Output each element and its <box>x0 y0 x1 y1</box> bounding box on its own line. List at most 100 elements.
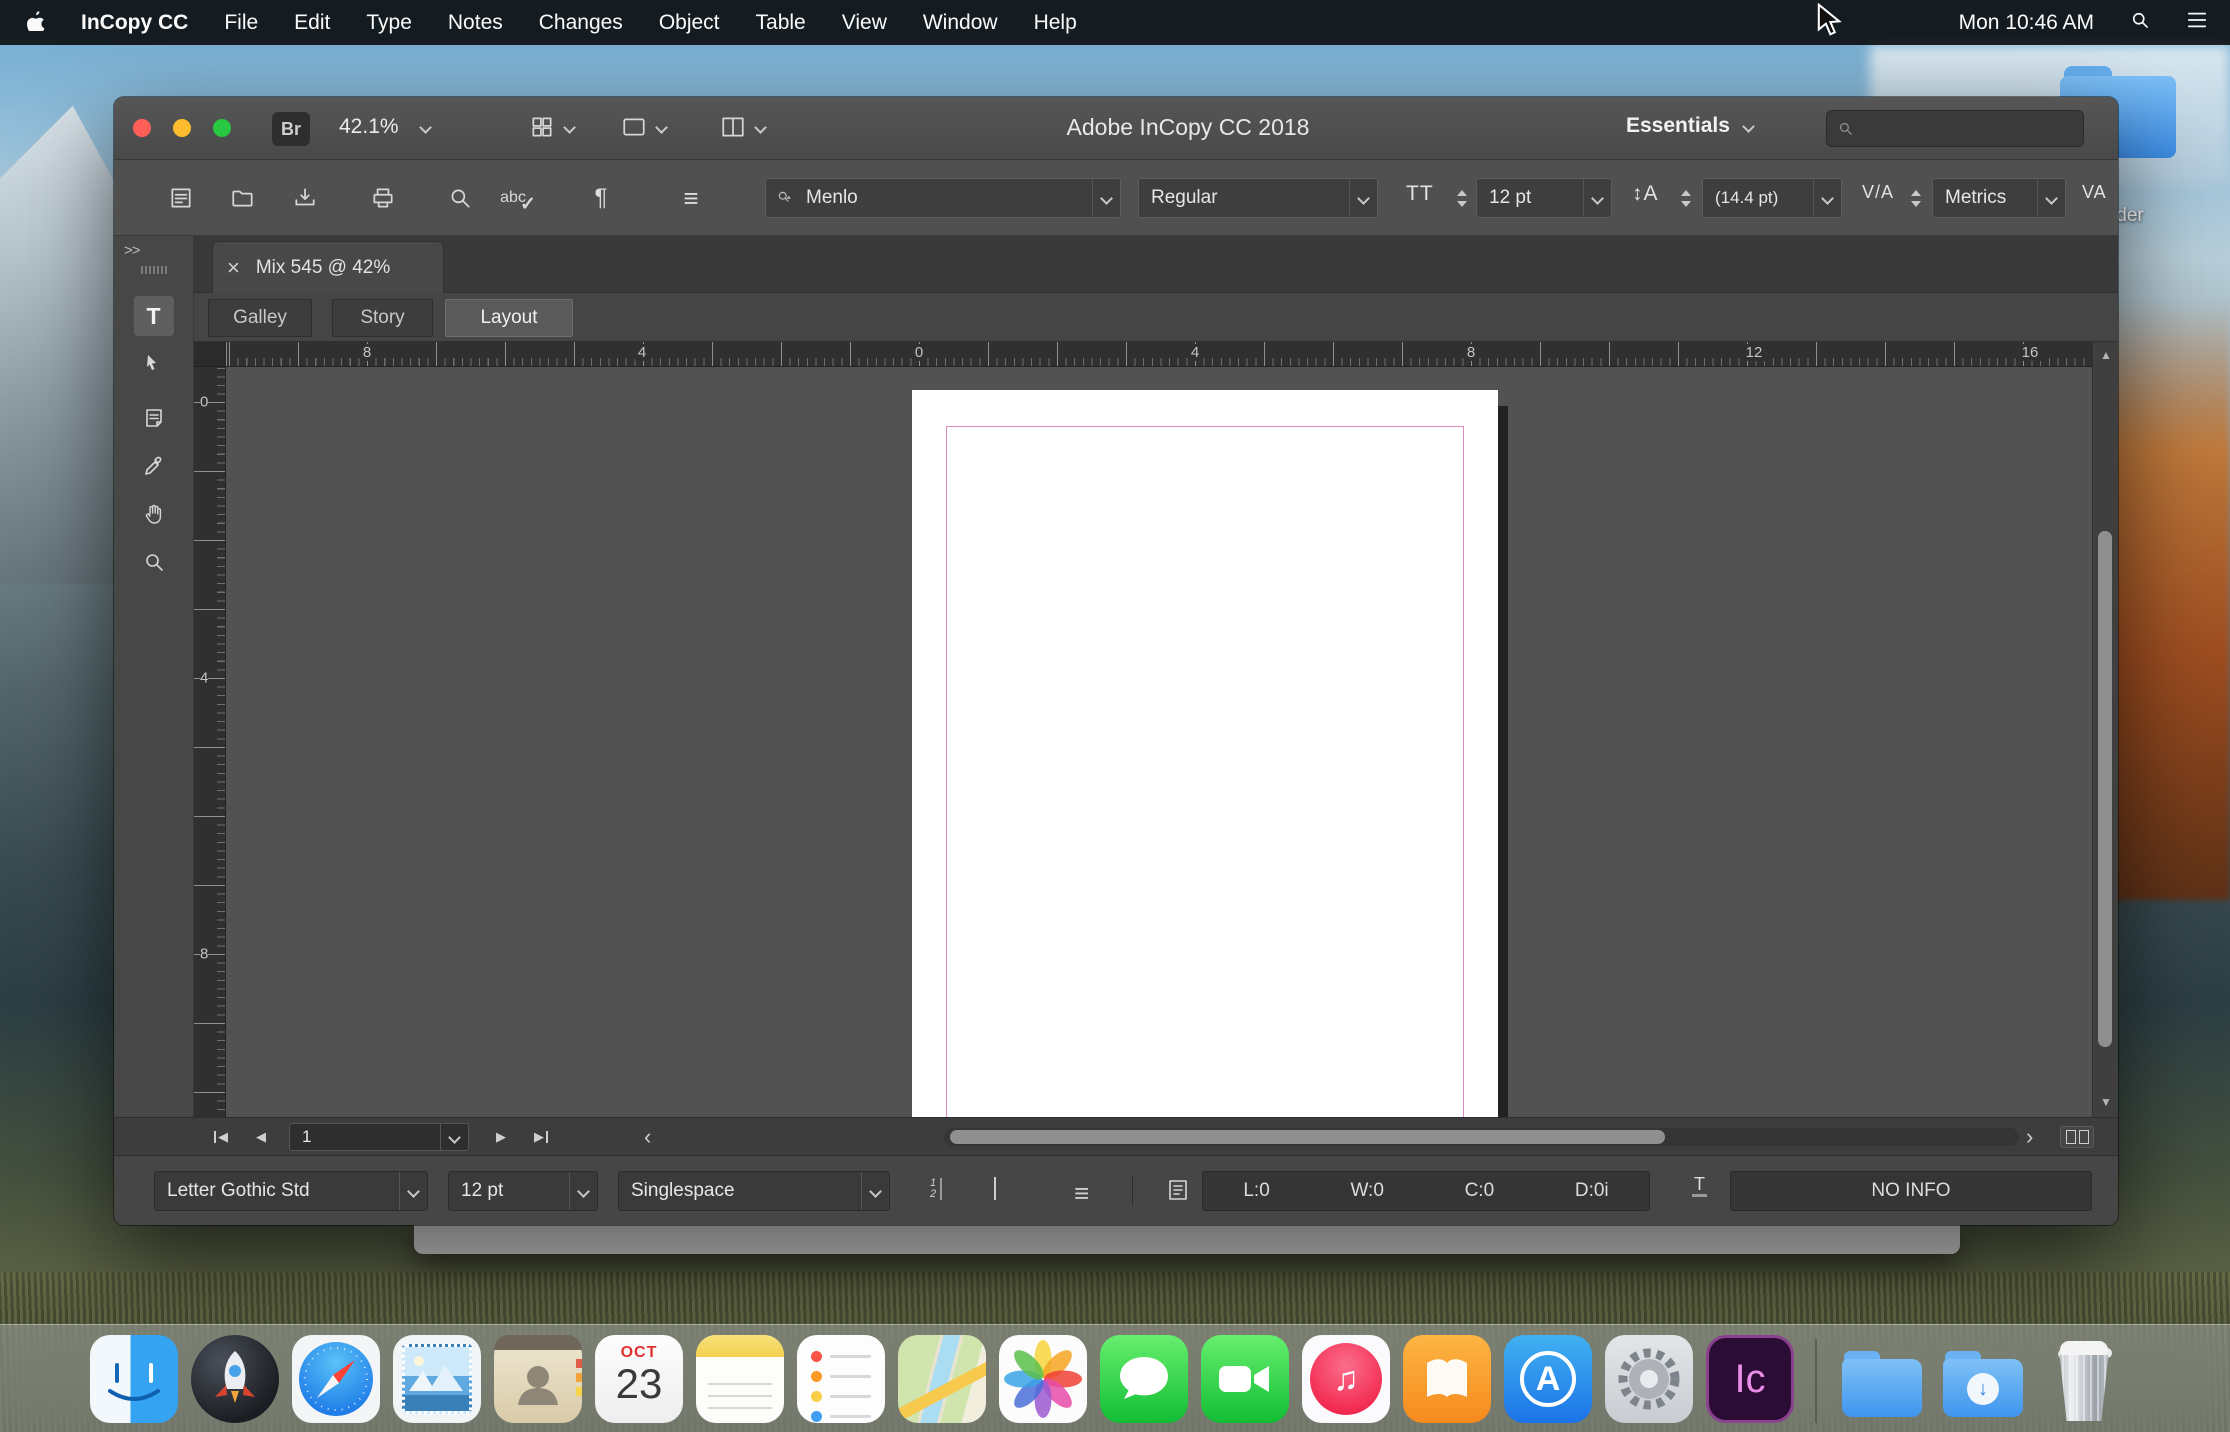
font-size-dropdown[interactable]: 12 pt <box>1476 178 1612 218</box>
arrange-documents-dropdown[interactable] <box>720 114 765 140</box>
leading-chevron[interactable] <box>1813 179 1841 217</box>
scroll-down-icon[interactable]: ▼ <box>2093 1095 2118 1109</box>
dock-contacts-icon[interactable] <box>494 1335 582 1423</box>
font-size-chevron[interactable] <box>1583 179 1611 217</box>
spellcheck-icon[interactable]: abc✓ <box>499 183 543 213</box>
previous-page-button[interactable]: ◀ <box>256 1118 266 1156</box>
dock-facetime-icon[interactable] <box>1201 1335 1289 1423</box>
text-frame-icon[interactable] <box>166 183 196 213</box>
dock-photos-icon[interactable] <box>999 1335 1087 1423</box>
horizontal-scroll-thumb[interactable] <box>950 1130 1665 1144</box>
dock-folder-icon[interactable] <box>1838 1335 1926 1423</box>
dock-finder-icon[interactable] <box>90 1335 178 1423</box>
dock-launchpad-icon[interactable] <box>191 1335 279 1423</box>
menu-changes[interactable]: Changes <box>539 11 623 35</box>
menubar-clock[interactable]: Mon 10:46 AM <box>1959 11 2094 35</box>
position-tool[interactable] <box>134 344 174 384</box>
view-options-dropdown[interactable] <box>529 114 574 140</box>
hand-tool[interactable] <box>134 494 174 534</box>
first-page-button[interactable]: ◀ <box>214 1118 228 1156</box>
text-depth-icon[interactable]: T <box>1692 1174 1707 1197</box>
menu-edit[interactable]: Edit <box>294 11 330 35</box>
scroll-right-icon[interactable]: › <box>2026 1118 2033 1156</box>
scroll-up-icon[interactable]: ▲ <box>2093 348 2118 362</box>
font-style-dropdown[interactable]: Regular <box>1138 178 1378 218</box>
dock-downloads-icon[interactable]: ↓ <box>1939 1335 2027 1423</box>
document-page[interactable] <box>912 390 1498 1117</box>
panel-menu-icon[interactable]: ≡ <box>676 183 706 213</box>
layout-canvas[interactable] <box>226 367 2092 1117</box>
type-tool[interactable]: T <box>134 296 174 336</box>
find-icon[interactable] <box>445 183 475 213</box>
dock-appstore-icon[interactable]: A <box>1504 1335 1592 1423</box>
zoom-level-dropdown[interactable]: 42.1% <box>339 115 430 139</box>
grid-view-icon[interactable] <box>994 1178 996 1200</box>
font-style-chevron[interactable] <box>1349 179 1377 217</box>
tab-story[interactable]: Story <box>332 299 433 337</box>
menu-object[interactable]: Object <box>659 11 720 35</box>
close-document-icon[interactable]: × <box>227 257 240 279</box>
dock-calendar-icon[interactable]: OCT 23 <box>595 1335 683 1423</box>
horizontal-scrollbar[interactable] <box>944 1128 2019 1146</box>
dock-maps-icon[interactable] <box>898 1335 986 1423</box>
tab-layout[interactable]: Layout <box>445 299 573 337</box>
split-view-button[interactable] <box>2060 1126 2094 1148</box>
menu-view[interactable]: View <box>842 11 887 35</box>
zoom-tool[interactable] <box>134 542 174 582</box>
menu-notes[interactable]: Notes <box>448 11 503 35</box>
window-titlebar[interactable]: Br 42.1% Adobe InCopy CC 2018 Essentials <box>114 97 2118 160</box>
last-page-button[interactable]: ▶ <box>534 1118 548 1156</box>
menu-help[interactable]: Help <box>1034 11 1077 35</box>
font-family-chevron[interactable] <box>1092 179 1120 217</box>
font-size-stepper[interactable] <box>1452 178 1472 218</box>
status-size-chevron[interactable] <box>569 1172 597 1210</box>
dock-incopy-icon[interactable]: Ic <box>1706 1335 1794 1423</box>
position-panel-icon[interactable] <box>1166 1178 1190 1208</box>
dock-trash-icon[interactable] <box>2040 1335 2128 1423</box>
status-size-dropdown[interactable]: 12 pt <box>448 1171 598 1211</box>
dock-itunes-icon[interactable]: ♫ <box>1302 1335 1390 1423</box>
page-number-field[interactable]: 1 <box>289 1123 469 1151</box>
menu-file[interactable]: File <box>224 11 258 35</box>
bridge-button[interactable]: Br <box>272 112 310 146</box>
note-tool[interactable] <box>134 398 174 438</box>
line-numbers-icon[interactable]: 12 <box>930 1178 942 1200</box>
close-window-button[interactable] <box>133 119 151 137</box>
search-input[interactable] <box>1862 117 2062 140</box>
status-spacing-chevron[interactable] <box>861 1172 889 1210</box>
dock-mail-icon[interactable] <box>393 1335 481 1423</box>
minimize-window-button[interactable] <box>173 119 191 137</box>
font-family-dropdown[interactable]: Menlo <box>765 178 1121 218</box>
page-number-chevron[interactable] <box>440 1124 468 1150</box>
tools-grip-icon[interactable] <box>141 266 167 274</box>
spotlight-icon[interactable] <box>2130 10 2150 36</box>
eyedropper-tool[interactable] <box>134 446 174 486</box>
leading-stepper[interactable] <box>1676 178 1696 218</box>
ruler-origin-box[interactable] <box>194 342 226 367</box>
screen-mode-dropdown[interactable] <box>621 114 666 140</box>
menubar-app-name[interactable]: InCopy CC <box>81 11 188 35</box>
vertical-scrollbar[interactable]: ▲ ▼ <box>2092 342 2118 1117</box>
tab-galley[interactable]: Galley <box>208 299 312 337</box>
dock-system-preferences-icon[interactable] <box>1605 1335 1693 1423</box>
status-font-chevron[interactable] <box>399 1172 427 1210</box>
status-font-dropdown[interactable]: Letter Gothic Std <box>154 1171 428 1211</box>
zoom-window-button[interactable] <box>213 119 231 137</box>
scroll-left-icon[interactable]: ‹ <box>644 1118 651 1156</box>
dock-notes-icon[interactable] <box>696 1335 784 1423</box>
menu-type[interactable]: Type <box>366 11 412 35</box>
kerning-dropdown[interactable]: Metrics <box>1932 178 2066 218</box>
kerning-chevron[interactable] <box>2037 179 2065 217</box>
dock-reminders-icon[interactable] <box>797 1335 885 1423</box>
open-folder-icon[interactable] <box>228 183 258 213</box>
search-box[interactable] <box>1826 110 2084 147</box>
background-window[interactable] <box>414 1222 1960 1254</box>
notification-center-icon[interactable] <box>2186 10 2208 36</box>
print-icon[interactable] <box>368 183 398 213</box>
kerning-stepper[interactable] <box>1906 178 1926 218</box>
status-menu-icon[interactable]: ≡ <box>1074 1178 1089 1209</box>
next-page-button[interactable]: ▶ <box>496 1118 506 1156</box>
document-tab[interactable]: × Mix 545 @ 42% <box>212 241 444 293</box>
workspace-switcher[interactable]: Essentials <box>1626 114 1753 138</box>
dock-safari-icon[interactable] <box>292 1335 380 1423</box>
